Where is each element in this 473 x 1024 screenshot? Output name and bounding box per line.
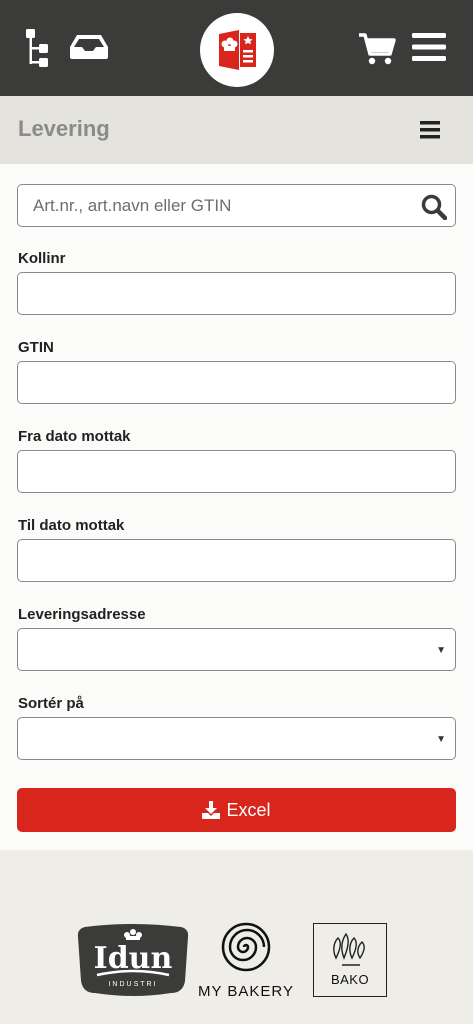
footer: Idun INDUSTRI MY BAKERY BAKO xyxy=(0,878,473,1024)
excel-button-label: Excel xyxy=(226,799,271,820)
til-dato-label: Til dato mottak xyxy=(18,517,125,534)
kollinr-field-box xyxy=(17,272,456,315)
spiral-icon xyxy=(221,922,271,972)
top-bar xyxy=(0,0,473,96)
leveringsadresse-label: Leveringsadresse xyxy=(18,606,146,623)
idun-subtitle: INDUSTRI xyxy=(108,981,158,988)
excel-export-button[interactable]: Excel xyxy=(17,788,456,832)
chevron-down-icon: ▼ xyxy=(436,734,446,745)
logo-icon xyxy=(219,30,256,70)
section-menu-icon[interactable] xyxy=(420,121,440,139)
sorter-select[interactable]: ▼ xyxy=(17,717,456,760)
mybakery-logo[interactable]: MY BAKERY xyxy=(196,922,296,1000)
til-dato-field-box xyxy=(17,539,456,582)
kollinr-input[interactable] xyxy=(18,273,455,314)
gtin-label: GTIN xyxy=(18,339,54,356)
idun-logo[interactable]: Idun INDUSTRI xyxy=(77,923,189,997)
app-logo[interactable] xyxy=(200,13,274,87)
inbox-icon[interactable] xyxy=(69,34,109,60)
chevron-down-icon: ▼ xyxy=(436,645,446,656)
gtin-input[interactable] xyxy=(18,362,455,403)
wheat-icon xyxy=(333,932,365,966)
idun-wordmark: Idun xyxy=(93,941,173,976)
cart-icon[interactable] xyxy=(358,32,396,66)
download-icon xyxy=(202,801,221,819)
kollinr-label: Kollinr xyxy=(18,250,66,267)
fra-dato-field-box xyxy=(17,450,456,493)
gtin-field-box xyxy=(17,361,456,404)
mybakery-wordmark: MY BAKERY xyxy=(198,983,294,1000)
til-dato-input[interactable] xyxy=(18,540,455,581)
leveringsadresse-select[interactable]: ▼ xyxy=(17,628,456,671)
tree-icon[interactable] xyxy=(24,28,52,68)
fra-dato-input[interactable] xyxy=(18,451,455,492)
search-icon[interactable] xyxy=(421,194,447,220)
search-input[interactable] xyxy=(18,185,410,226)
sorter-label: Sortér på xyxy=(18,695,84,712)
search-box xyxy=(17,184,456,227)
bako-wordmark: BAKO xyxy=(330,972,370,987)
bako-logo[interactable]: BAKO xyxy=(313,923,387,997)
page-title: Levering xyxy=(18,116,110,141)
delivery-filter-form: Kollinr GTIN Fra dato mottak Til dato mo… xyxy=(0,164,473,850)
menu-icon[interactable] xyxy=(412,32,446,62)
fra-dato-label: Fra dato mottak xyxy=(18,428,131,445)
section-header: Levering xyxy=(0,96,473,164)
